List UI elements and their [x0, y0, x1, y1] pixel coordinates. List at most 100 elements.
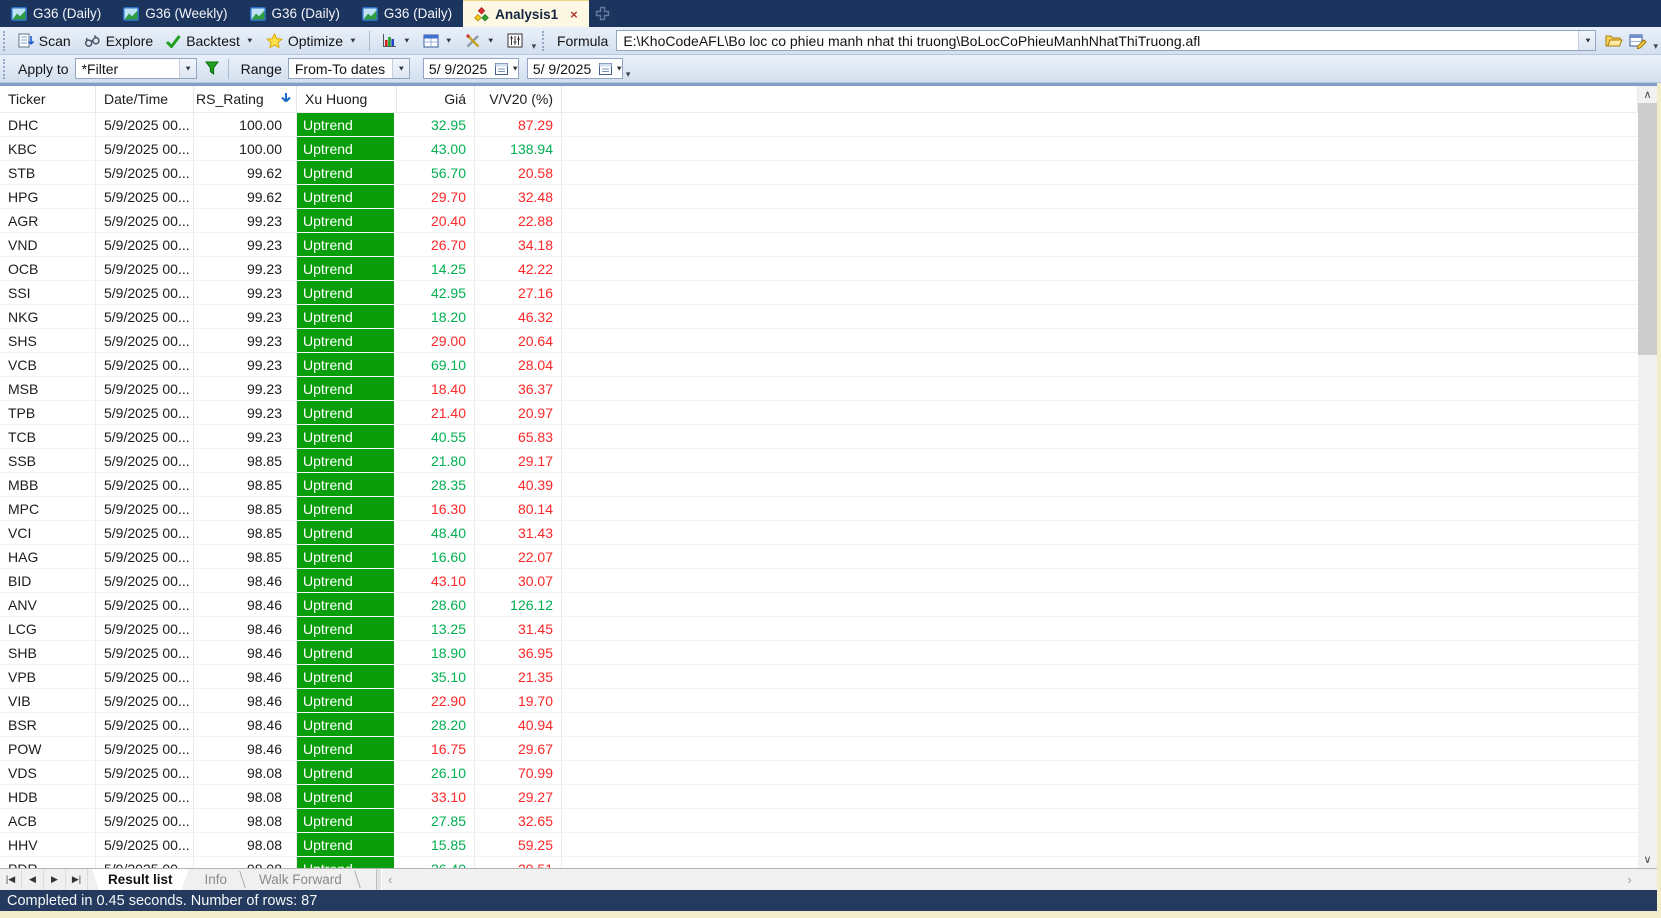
report-button[interactable]: ▼: [417, 32, 459, 50]
bottom-tab-info[interactable]: Info: [189, 869, 244, 890]
float-pane-button[interactable]: [589, 0, 616, 27]
column-header-xu-huong[interactable]: Xu Huong: [297, 86, 397, 112]
table-row[interactable]: SSB 5/9/2025 00... 98.85 Uptrend 21.80 2…: [0, 449, 1638, 473]
bottom-tab-walk-forward[interactable]: Walk Forward: [243, 869, 358, 890]
tools-dropdown-arrow[interactable]: ▼: [487, 37, 495, 45]
scroll-down-arrow[interactable]: ∨: [1638, 851, 1657, 868]
edit-formula-button[interactable]: [1626, 31, 1650, 51]
explore-button[interactable]: Explore: [77, 31, 159, 51]
open-formula-button[interactable]: [1602, 31, 1626, 50]
toolbar-grip[interactable]: [3, 58, 7, 79]
table-row[interactable]: LCG 5/9/2025 00... 98.46 Uptrend 13.25 3…: [0, 617, 1638, 641]
table-row[interactable]: HHV 5/9/2025 00... 98.08 Uptrend 15.85 5…: [0, 833, 1638, 857]
table-row[interactable]: VDS 5/9/2025 00... 98.08 Uptrend 26.10 7…: [0, 761, 1638, 785]
table-row[interactable]: NKG 5/9/2025 00... 99.23 Uptrend 18.20 4…: [0, 305, 1638, 329]
column-header-rs-rating[interactable]: RS_Rating: [194, 86, 297, 112]
tools-button[interactable]: ▼: [459, 31, 501, 51]
settings-sliders-button[interactable]: [501, 31, 529, 50]
table-row[interactable]: HAG 5/9/2025 00... 98.85 Uptrend 16.60 2…: [0, 545, 1638, 569]
last-row-button[interactable]: ▶|: [66, 869, 88, 890]
toolbar-grip[interactable]: [542, 30, 546, 51]
scroll-left-arrow[interactable]: ‹: [382, 869, 399, 890]
chart-dropdown-arrow[interactable]: ▼: [403, 37, 411, 45]
optimize-dropdown-arrow[interactable]: ▼: [349, 37, 357, 45]
table-row[interactable]: KBC 5/9/2025 00... 100.00 Uptrend 43.00 …: [0, 137, 1638, 161]
table-row[interactable]: AGR 5/9/2025 00... 99.23 Uptrend 20.40 2…: [0, 209, 1638, 233]
date-from-field[interactable]: 5/ 9/2025 ▼: [422, 58, 519, 79]
table-row[interactable]: TPB 5/9/2025 00... 99.23 Uptrend 21.40 2…: [0, 401, 1638, 425]
table-row[interactable]: VCI 5/9/2025 00... 98.85 Uptrend 48.40 3…: [0, 521, 1638, 545]
table-row[interactable]: ACB 5/9/2025 00... 98.08 Uptrend 27.85 3…: [0, 809, 1638, 833]
backtest-button[interactable]: Backtest ▼: [159, 31, 260, 51]
cell-filler: [562, 641, 1638, 665]
date-from-dropdown-arrow[interactable]: ▼: [511, 65, 519, 73]
table-row[interactable]: MSB 5/9/2025 00... 99.23 Uptrend 18.40 3…: [0, 377, 1638, 401]
column-header-vv20[interactable]: V/V20 (%): [475, 86, 562, 112]
first-row-button[interactable]: |◀: [0, 869, 22, 890]
horizontal-scrollbar[interactable]: ‹ ›: [381, 869, 1638, 890]
range-combobox[interactable]: From-To dates ▼: [287, 58, 410, 79]
scroll-right-arrow[interactable]: ›: [1621, 869, 1638, 890]
toolbar-overflow-button[interactable]: ▾: [1653, 41, 1658, 54]
tab-chart-window[interactable]: G36 (Daily): [351, 0, 463, 27]
formula-dropdown-button[interactable]: ▼: [1578, 31, 1596, 50]
table-row[interactable]: TCB 5/9/2025 00... 99.23 Uptrend 40.55 6…: [0, 425, 1638, 449]
apply-to-label: Apply to: [18, 60, 69, 77]
cell-ticker: VDS: [0, 761, 96, 785]
cell-datetime: 5/9/2025 00...: [96, 473, 194, 497]
table-row[interactable]: PDR 5/9/2025 00... 98.08 Uptrend 26.40 2…: [0, 857, 1638, 868]
report-dropdown-arrow[interactable]: ▼: [445, 37, 453, 45]
table-row[interactable]: MPC 5/9/2025 00... 98.85 Uptrend 16.30 8…: [0, 497, 1638, 521]
prev-row-button[interactable]: ◀: [22, 869, 44, 890]
date-to-field[interactable]: 5/ 9/2025 ▼: [526, 58, 623, 79]
table-row[interactable]: DHC 5/9/2025 00... 100.00 Uptrend 32.95 …: [0, 113, 1638, 137]
cell-filler: [562, 737, 1638, 761]
scan-button[interactable]: Scan: [12, 31, 77, 51]
formula-path-combobox[interactable]: E:\KhoCodeAFL\Bo loc co phieu manh nhat …: [616, 30, 1597, 51]
bottom-tab-result-list[interactable]: Result list: [92, 869, 189, 890]
filter-settings-button[interactable]: [202, 59, 222, 78]
table-row[interactable]: HPG 5/9/2025 00... 99.62 Uptrend 29.70 3…: [0, 185, 1638, 209]
table-row[interactable]: OCB 5/9/2025 00... 99.23 Uptrend 14.25 4…: [0, 257, 1638, 281]
table-row[interactable]: MBB 5/9/2025 00... 98.85 Uptrend 28.35 4…: [0, 473, 1638, 497]
apply-to-combobox[interactable]: *Filter ▼: [74, 58, 197, 79]
table-row[interactable]: SSI 5/9/2025 00... 99.23 Uptrend 42.95 2…: [0, 281, 1638, 305]
table-row[interactable]: STB 5/9/2025 00... 99.62 Uptrend 56.70 2…: [0, 161, 1638, 185]
chart-window-icon: [361, 6, 378, 21]
tab-label: G36 (Weekly): [145, 6, 228, 21]
chart-report-button[interactable]: ▼: [376, 31, 417, 50]
toolbar-grip[interactable]: [3, 30, 7, 51]
table-row[interactable]: VPB 5/9/2025 00... 98.46 Uptrend 35.10 2…: [0, 665, 1638, 689]
table-row[interactable]: VCB 5/9/2025 00... 99.23 Uptrend 69.10 2…: [0, 353, 1638, 377]
column-header-gia[interactable]: Giá: [397, 86, 475, 112]
toolbar-overflow-button[interactable]: ▾: [626, 69, 631, 82]
table-row[interactable]: HDB 5/9/2025 00... 98.08 Uptrend 33.10 2…: [0, 785, 1638, 809]
tab-chart-window[interactable]: G36 (Daily): [239, 0, 351, 27]
apply-to-dropdown-button[interactable]: ▼: [178, 59, 196, 78]
table-row[interactable]: BID 5/9/2025 00... 98.46 Uptrend 43.10 3…: [0, 569, 1638, 593]
table-row[interactable]: SHB 5/9/2025 00... 98.46 Uptrend 18.90 3…: [0, 641, 1638, 665]
table-row[interactable]: VIB 5/9/2025 00... 98.46 Uptrend 22.90 1…: [0, 689, 1638, 713]
close-tab-icon[interactable]: ×: [570, 7, 578, 22]
backtest-dropdown-arrow[interactable]: ▼: [246, 37, 254, 45]
tab-chart-window[interactable]: G36 (Daily): [0, 0, 112, 27]
table-row[interactable]: VND 5/9/2025 00... 99.23 Uptrend 26.70 3…: [0, 233, 1638, 257]
apply-to-value: *Filter: [81, 60, 119, 77]
column-header-ticker[interactable]: Ticker: [0, 86, 96, 112]
tab-chart-window[interactable]: G36 (Weekly): [112, 0, 238, 27]
table-row[interactable]: ANV 5/9/2025 00... 98.46 Uptrend 28.60 1…: [0, 593, 1638, 617]
table-row[interactable]: SHS 5/9/2025 00... 99.23 Uptrend 29.00 2…: [0, 329, 1638, 353]
date-to-dropdown-arrow[interactable]: ▼: [615, 65, 623, 73]
vertical-scrollbar-thumb[interactable]: [1638, 103, 1657, 355]
table-row[interactable]: BSR 5/9/2025 00... 98.46 Uptrend 28.20 4…: [0, 713, 1638, 737]
vertical-scrollbar[interactable]: ∧ ∨: [1638, 86, 1657, 868]
next-row-button[interactable]: ▶: [44, 869, 66, 890]
table-row[interactable]: POW 5/9/2025 00... 98.46 Uptrend 16.75 2…: [0, 737, 1638, 761]
toolbar-overflow-button[interactable]: ▾: [532, 41, 537, 54]
column-header-datetime[interactable]: Date/Time: [96, 86, 194, 112]
tab-analysis-active[interactable]: Analysis1 ×: [463, 0, 589, 27]
range-dropdown-button[interactable]: ▼: [391, 59, 409, 78]
cell-ticker: ANV: [0, 593, 96, 617]
scroll-up-arrow[interactable]: ∧: [1638, 86, 1657, 103]
optimize-button[interactable]: Optimize ▼: [260, 31, 363, 51]
